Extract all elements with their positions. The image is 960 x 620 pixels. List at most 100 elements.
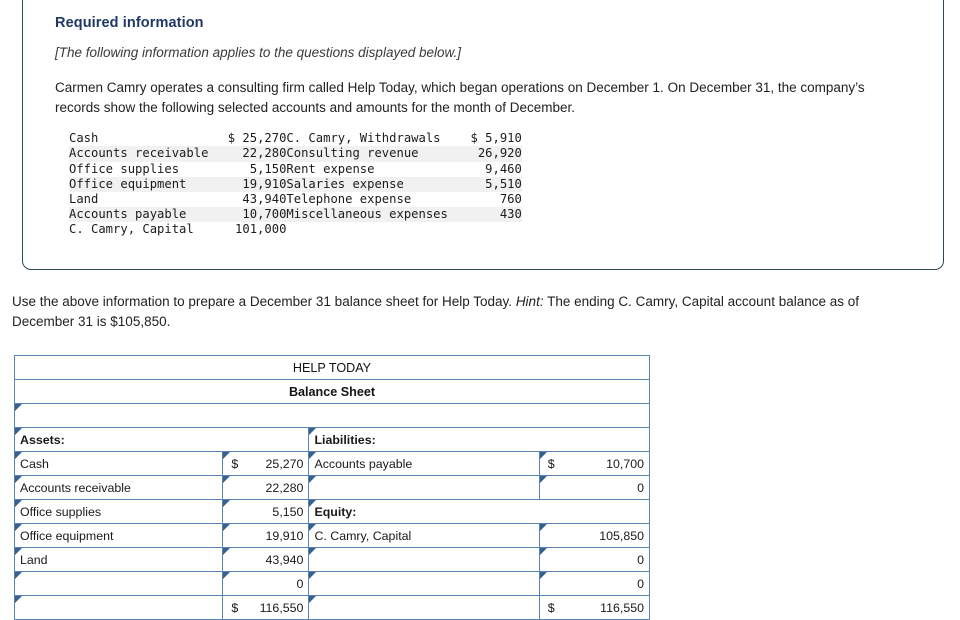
account-row: Cash $ 25,270 C. Camry, Withdrawals $ 5,… — [69, 131, 522, 146]
statement-date-row[interactable] — [14, 403, 650, 428]
account-amount-left: 101,000 — [235, 222, 287, 237]
equity-label-cell[interactable] — [308, 571, 540, 596]
equity-amount-value: 0 — [637, 552, 644, 567]
required-information-box: Required information [The following info… — [22, 0, 944, 270]
balance-sheet-row[interactable]: Office equipment 19,910 C. Camry, Capita… — [13, 523, 651, 548]
liability-label-cell[interactable] — [308, 475, 540, 500]
account-row: Office supplies 5,150 Rent expense 9,460 — [69, 162, 522, 177]
account-amount-right: 5,510 — [447, 176, 522, 192]
liability-amount-cell[interactable]: 0 — [538, 475, 651, 500]
asset-label-cell[interactable]: Land — [13, 547, 224, 572]
account-name-left: C. Camry, Capital — [69, 222, 194, 237]
total-assets-amount-cell[interactable]: $116,550 — [222, 595, 310, 620]
account-name-right: Consulting revenue — [286, 146, 448, 162]
currency-symbol: $ — [547, 456, 555, 471]
equity-label-cell[interactable] — [308, 547, 540, 572]
statement-name-cell: Balance Sheet — [14, 379, 650, 404]
equity-amount-cell[interactable]: 105,850 — [538, 523, 651, 548]
company-name-cell: HELP TODAY — [14, 355, 650, 380]
account-name-left: Land — [69, 191, 99, 206]
task-instruction: Use the above information to prepare a D… — [12, 292, 912, 331]
account-name-left: Accounts receivable — [69, 146, 209, 162]
liability-amount-cell[interactable]: $10,700 — [538, 451, 651, 476]
currency-symbol: $ — [231, 456, 239, 471]
asset-amount-cell[interactable]: 43,940 — [222, 547, 310, 572]
applies-to-note: [The following information applies to th… — [55, 45, 461, 60]
liabilities-header-cell[interactable]: Liabilities: — [308, 427, 650, 452]
account-amount-right: 9,460 — [485, 161, 522, 176]
asset-label-cell[interactable]: Office equipment — [13, 523, 224, 548]
asset-amount-value: 22,280 — [265, 480, 304, 495]
equity-amount-cell[interactable]: 0 — [538, 547, 651, 572]
statement-title-row: Balance Sheet — [14, 379, 650, 404]
account-amount-right: 430 — [447, 207, 522, 223]
asset-label-cell[interactable]: Accounts receivable — [13, 475, 224, 500]
account-amounts-body: Cash $ 25,270 C. Camry, Withdrawals $ 5,… — [69, 131, 522, 237]
account-amount-left: $ 25,270 — [227, 131, 287, 146]
account-amount-left: 19,910 — [208, 176, 287, 192]
account-name-right: Salaries expense — [286, 176, 448, 192]
account-name-left: Accounts payable — [69, 207, 209, 223]
account-amount-left: 10,700 — [208, 207, 287, 223]
account-amount-right — [448, 222, 522, 237]
balance-sheet-row[interactable]: Office supplies 5,150 Equity: — [13, 499, 650, 524]
statement-date-cell[interactable] — [14, 403, 650, 428]
total-liab-equity-value: 116,550 — [600, 600, 644, 615]
liability-amount-value: 0 — [637, 480, 644, 495]
account-name-right — [286, 222, 447, 237]
asset-label-cell[interactable] — [13, 571, 224, 596]
asset-label-cell[interactable]: Office supplies — [13, 499, 224, 524]
account-amount-right: 760 — [499, 191, 522, 206]
account-name-right: C. Camry, Withdrawals — [286, 131, 441, 146]
instruction-part-1: Use the above information to prepare a D… — [12, 294, 516, 309]
scenario-paragraph: Carmen Camry operates a consulting firm … — [55, 80, 865, 115]
asset-amount-value: 43,940 — [265, 552, 304, 567]
asset-amount-cell[interactable]: 19,910 — [222, 523, 310, 548]
equity-amount-cell[interactable]: 0 — [538, 571, 651, 596]
asset-amount-value: 0 — [296, 576, 304, 591]
asset-amount-cell[interactable]: 5,150 — [222, 499, 310, 524]
asset-amount-value: 19,910 — [265, 528, 304, 543]
liability-amount-value: 10,700 — [606, 456, 644, 471]
currency-symbol: $ — [547, 600, 555, 615]
account-name-left: Cash — [69, 131, 99, 146]
balance-sheet-row[interactable]: Land 43,940 0 — [13, 547, 651, 572]
account-name-left: Office equipment — [69, 176, 209, 192]
balance-sheet-table[interactable]: HELP TODAY Balance Sheet Assets: Liabili… — [13, 355, 651, 620]
total-liab-equity-label-cell[interactable] — [308, 595, 540, 620]
account-name-right: Miscellaneous expenses — [286, 207, 448, 223]
equity-label-cell[interactable]: C. Camry, Capital — [308, 523, 540, 548]
account-amount-left: 22,280 — [208, 146, 287, 162]
totals-row[interactable]: $116,550 $116,550 — [13, 595, 651, 620]
account-row: Accounts payable 10,700 Miscellaneous ex… — [69, 207, 522, 223]
hint-label: Hint: — [515, 294, 544, 309]
asset-amount-value: 25,270 — [265, 456, 304, 471]
account-amount-left: 43,940 — [242, 191, 287, 206]
company-title-row: HELP TODAY — [14, 355, 650, 380]
account-name-right: Rent expense — [286, 161, 375, 176]
account-amount-right: 26,920 — [447, 146, 522, 162]
account-name-right: Telephone expense — [286, 191, 412, 206]
total-assets-label-cell[interactable] — [13, 595, 224, 620]
balance-sheet-worksheet[interactable]: HELP TODAY Balance Sheet Assets: Liabili… — [13, 355, 651, 620]
currency-symbol: $ — [231, 600, 239, 615]
balance-sheet-row[interactable]: Accounts receivable 22,280 0 — [13, 475, 651, 500]
equity-header-cell[interactable]: Equity: — [308, 499, 650, 524]
liability-label-cell[interactable]: Accounts payable — [308, 451, 540, 476]
asset-amount-cell[interactable]: $25,270 — [222, 451, 310, 476]
asset-amount-cell[interactable]: 0 — [222, 571, 310, 596]
asset-label-cell[interactable]: Cash — [13, 451, 224, 476]
asset-amount-cell[interactable]: 22,280 — [222, 475, 310, 500]
account-row: C. Camry, Capital 101,000 — [69, 222, 522, 237]
account-row: Office equipment 19,910 Salaries expense… — [69, 176, 522, 192]
section-header-row[interactable]: Assets: Liabilities: — [13, 427, 650, 452]
account-name-left: Office supplies — [69, 161, 180, 176]
balance-sheet-row[interactable]: 0 0 — [13, 571, 651, 596]
balance-sheet-row[interactable]: Cash $25,270 Accounts payable $10,700 — [13, 451, 651, 476]
account-amount-left: 5,150 — [249, 161, 287, 176]
assets-header-cell[interactable]: Assets: — [13, 427, 310, 452]
asset-amount-value: 5,150 — [272, 504, 304, 519]
total-liab-equity-amount-cell[interactable]: $116,550 — [538, 595, 651, 620]
total-assets-value: 116,550 — [259, 600, 304, 615]
account-row: Accounts receivable 22,280 Consulting re… — [69, 146, 522, 162]
